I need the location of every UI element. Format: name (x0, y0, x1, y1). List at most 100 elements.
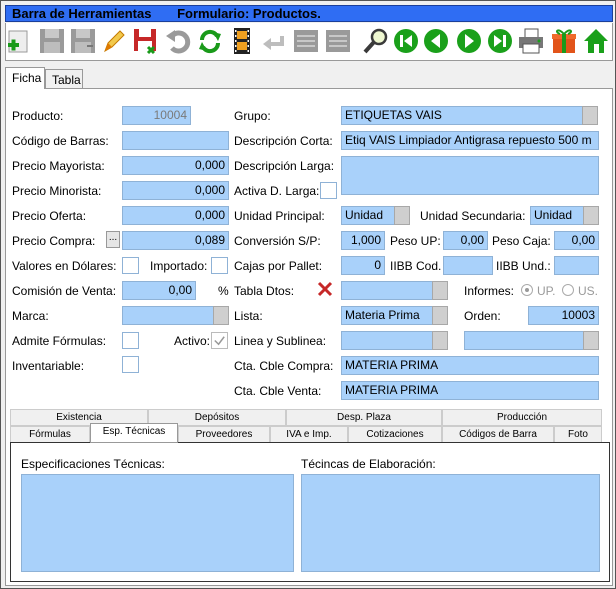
elab-textarea[interactable] (301, 474, 600, 572)
tab-codigos-barra[interactable]: Códigos de Barra (442, 426, 554, 443)
undo-icon[interactable] (164, 26, 192, 56)
activo-checkbox[interactable] (211, 332, 228, 349)
unidad-principal-field[interactable]: Unidad (341, 206, 395, 225)
precio-compra-field[interactable]: 0,089 (122, 231, 229, 250)
precio-mayorista-field[interactable]: 0,000 (122, 156, 229, 175)
marca-field[interactable] (122, 306, 214, 325)
iibb-cod-field[interactable] (443, 256, 493, 275)
cta-venta-label: Cta. Cble Venta: (234, 384, 322, 398)
tab-iva-imp[interactable]: IVA e Imp. (270, 426, 348, 443)
activa-d-larga-label: Activa D. Larga: (234, 184, 320, 198)
valores-dolares-checkbox[interactable] (122, 257, 139, 274)
detail-tabs: Existencia Depósitos Desp. Plaza Producc… (10, 409, 602, 443)
esp-tecnicas-panel: Especificaciones Técnicas: Técincas de E… (10, 442, 610, 582)
cta-compra-label: Cta. Cble Compra: (234, 359, 334, 373)
orden-field[interactable]: 10003 (528, 306, 599, 325)
admite-formulas-checkbox[interactable] (122, 332, 139, 349)
marca-label: Marca: (12, 309, 49, 323)
importado-checkbox[interactable] (211, 257, 228, 274)
add-icon[interactable] (6, 26, 34, 56)
next-icon[interactable] (455, 26, 483, 56)
peso-up-field[interactable]: 0,00 (443, 231, 488, 250)
desc-larga-label: Descripción Larga: (234, 159, 335, 173)
activa-d-larga-checkbox[interactable] (320, 182, 337, 199)
cta-venta-field[interactable]: MATERIA PRIMA (341, 381, 599, 400)
print-icon[interactable] (517, 26, 545, 56)
tabla-dtos-dropdown[interactable] (432, 281, 448, 300)
producto-field[interactable]: 10004 (122, 106, 191, 125)
title-right: Formulario: Productos. (177, 6, 321, 21)
first-icon[interactable] (392, 26, 420, 56)
comision-field[interactable]: 0,00 (122, 281, 196, 300)
tab-esp-tecnicas[interactable]: Esp. Técnicas (90, 423, 178, 443)
producto-label: Producto: (12, 109, 64, 123)
tab-desp-plaza[interactable]: Desp. Plaza (286, 409, 442, 426)
precio-oferta-field[interactable]: 0,000 (122, 206, 229, 225)
precio-minorista-field[interactable]: 0,000 (122, 181, 229, 200)
save-icon[interactable] (38, 26, 66, 56)
unidad-secundaria-label: Unidad Secundaria: (420, 209, 526, 223)
clear-x-icon[interactable] (316, 280, 334, 298)
film-icon[interactable] (228, 26, 256, 56)
desc-larga-textarea[interactable] (341, 156, 599, 195)
informes-us-label: US. (578, 284, 599, 298)
unidad-secundaria-dropdown[interactable] (583, 206, 599, 225)
peso-up-label: Peso UP: (390, 234, 441, 248)
unidad-principal-dropdown[interactable] (394, 206, 410, 225)
gift-icon[interactable] (550, 26, 578, 56)
admite-formulas-label: Admite Fórmulas: (12, 334, 107, 348)
elab-label: Técincas de Elaboración: (301, 457, 436, 471)
search-icon[interactable] (362, 26, 390, 56)
save-exit-icon[interactable] (132, 26, 160, 56)
precio-minorista-label: Precio Minorista: (12, 184, 102, 198)
tab-proveedores[interactable]: Proveedores (178, 426, 270, 443)
tabla-dtos-field[interactable] (341, 281, 439, 300)
prev-icon[interactable] (422, 26, 450, 56)
grupo-dropdown[interactable] (582, 106, 598, 125)
conversion-field[interactable]: 1,000 (341, 231, 385, 250)
spec-textarea[interactable] (21, 474, 294, 572)
tab-formulas[interactable]: Fórmulas (10, 426, 90, 443)
linea-dropdown[interactable] (432, 331, 448, 350)
grupo-field[interactable]: ETIQUETAS VAIS (341, 106, 583, 125)
tab-produccion[interactable]: Producción (442, 409, 602, 426)
list-icon[interactable] (292, 26, 320, 56)
codigo-barras-label: Código de Barras: (12, 134, 109, 148)
lista-dropdown[interactable] (432, 306, 448, 325)
home-icon[interactable] (582, 26, 610, 56)
list2-icon[interactable] (324, 26, 352, 56)
cajas-pallet-field[interactable]: 0 (341, 256, 385, 275)
form-panel: Producto: 10004 Código de Barras: Precio… (5, 88, 613, 586)
comision-label: Comisión de Venta: (12, 284, 117, 298)
iibb-und-field[interactable] (554, 256, 599, 275)
tab-cotizaciones[interactable]: Cotizaciones (348, 426, 442, 443)
informes-up-radio[interactable] (521, 284, 533, 296)
back-arrow-icon[interactable] (260, 26, 288, 56)
informes-us-radio[interactable] (562, 284, 574, 296)
sublinea-dropdown[interactable] (583, 331, 599, 350)
marca-dropdown[interactable] (213, 306, 229, 325)
informes-up-label: UP. (537, 284, 556, 298)
last-icon[interactable] (486, 26, 514, 56)
conversion-label: Conversión S/P: (234, 234, 321, 248)
cta-compra-field[interactable]: MATERIA PRIMA (341, 356, 599, 375)
spec-label: Especificaciones Técnicas: (21, 457, 165, 471)
refresh-icon[interactable] (196, 26, 224, 56)
cajas-pallet-label: Cajas por Pallet: (234, 259, 323, 273)
precio-compra-button[interactable]: ... (106, 231, 120, 248)
linea-field[interactable] (341, 331, 439, 350)
save-as-icon[interactable] (69, 26, 97, 56)
edit-icon[interactable] (100, 26, 128, 56)
codigo-barras-field[interactable] (122, 131, 229, 150)
tab-tabla[interactable]: Tabla (45, 69, 83, 89)
tab-ficha[interactable]: Ficha (5, 67, 45, 89)
tab-foto[interactable]: Foto (554, 426, 602, 443)
orden-label: Orden: (464, 309, 501, 323)
desc-corta-field[interactable]: Etiq VAIS Limpiador Antigrasa repuesto 5… (341, 131, 599, 150)
unidad-secundaria-field[interactable]: Unidad (530, 206, 584, 225)
lista-field[interactable]: Materia Prima (341, 306, 439, 325)
grupo-label: Grupo: (234, 109, 271, 123)
peso-caja-field[interactable]: 0,00 (554, 231, 599, 250)
sublinea-field[interactable] (464, 331, 584, 350)
inventariable-checkbox[interactable] (122, 356, 139, 373)
